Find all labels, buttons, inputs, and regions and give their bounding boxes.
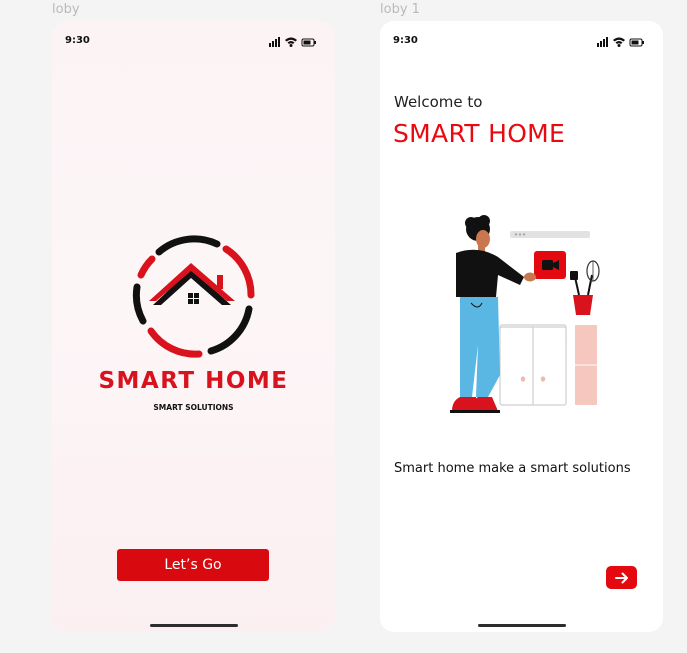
onboarding-title: SMART HOME <box>393 119 566 148</box>
house-icon <box>149 263 235 305</box>
next-button[interactable] <box>606 566 637 589</box>
lets-go-button[interactable]: Let’s Go <box>117 549 269 581</box>
frame-label-loby-1: loby 1 <box>380 2 420 17</box>
status-time: 9:30 <box>393 35 418 46</box>
status-icons <box>597 37 644 47</box>
splash-screen: 9:30 SMART HOME SMART SOLUTIONS Let’s Go <box>52 21 335 632</box>
smart-home-illustration <box>450 215 600 413</box>
arrow-right-icon <box>614 572 628 583</box>
battery-icon <box>301 38 316 47</box>
status-time: 9:30 <box>65 35 90 46</box>
brand-tagline: SMART SOLUTIONS <box>153 403 234 412</box>
battery-icon <box>629 38 644 47</box>
status-icons <box>269 37 316 47</box>
wifi-icon <box>613 37 625 47</box>
home-indicator[interactable] <box>149 624 238 627</box>
onboarding-screen: 9:30 Welcome to SMART HOME Smart home ma… <box>380 21 663 632</box>
welcome-text: Welcome to <box>394 93 483 111</box>
smart-home-logo <box>132 235 255 358</box>
frame-label-loby: loby <box>52 2 80 17</box>
home-indicator[interactable] <box>477 624 566 627</box>
signal-icon <box>597 37 608 47</box>
onboarding-description: Smart home make a smart solutions <box>394 461 631 476</box>
status-bar: 9:30 <box>52 35 335 49</box>
status-bar: 9:30 <box>380 35 663 49</box>
logo-ring <box>132 235 255 358</box>
brand-name: SMART HOME <box>98 368 289 394</box>
signal-icon <box>269 37 280 47</box>
wifi-icon <box>285 37 297 47</box>
